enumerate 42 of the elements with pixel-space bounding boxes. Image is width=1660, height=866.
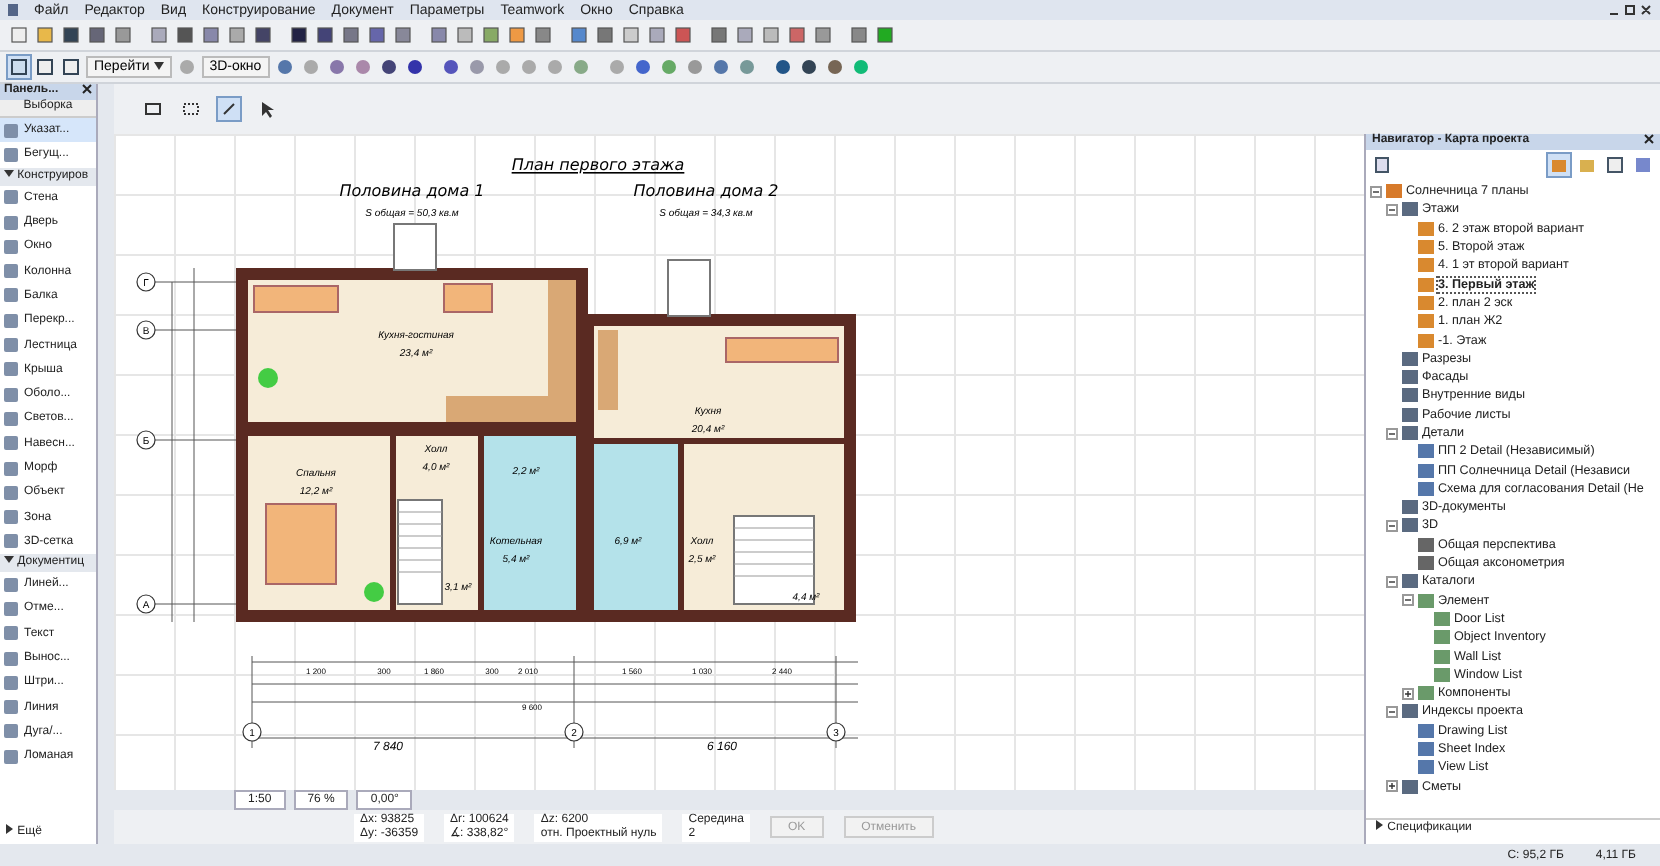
triangle-icon <box>4 167 14 178</box>
tool-icon[interactable] <box>60 56 82 78</box>
tool-icon[interactable] <box>1372 153 1394 175</box>
tool-icon[interactable] <box>180 98 202 120</box>
tool-icon[interactable] <box>142 98 164 120</box>
expand-toggle[interactable] <box>1370 185 1382 198</box>
tool-icon[interactable] <box>1604 153 1626 175</box>
tool-icon[interactable] <box>60 24 82 46</box>
expand-toggle[interactable] <box>1386 575 1398 588</box>
expand-toggle[interactable] <box>1386 780 1398 793</box>
triangle-icon <box>4 554 14 565</box>
expand-toggle[interactable] <box>1386 203 1398 216</box>
tool-icon[interactable] <box>288 24 310 46</box>
triangle-icon <box>1374 820 1384 830</box>
close-icon[interactable] <box>1644 134 1654 144</box>
app-icon <box>8 4 18 16</box>
tool-icon[interactable] <box>218 98 240 120</box>
tool-icon[interactable] <box>314 24 336 46</box>
expand-toggle[interactable] <box>1386 519 1398 532</box>
window-controls-icon[interactable] <box>1608 3 1652 17</box>
expand-toggle[interactable] <box>1386 427 1398 439</box>
tool-icon[interactable] <box>8 56 30 78</box>
tool-icon[interactable] <box>403 56 426 78</box>
expand-toggle[interactable] <box>1402 687 1414 700</box>
tool-icon[interactable] <box>252 24 274 46</box>
close-icon[interactable] <box>82 84 92 94</box>
tool-icon[interactable] <box>771 56 794 78</box>
expand-toggle[interactable] <box>1402 594 1414 607</box>
tool-icon[interactable] <box>377 56 400 78</box>
drawing-canvas[interactable] <box>114 134 1364 790</box>
triangle-icon <box>4 824 14 834</box>
tool-icon[interactable] <box>174 24 196 46</box>
expand-toggle[interactable] <box>1386 705 1398 718</box>
tool-icon[interactable] <box>34 56 56 78</box>
half-title: Половина дома 2 <box>633 182 779 200</box>
tool-icon[interactable] <box>797 56 820 78</box>
half-title: Половина дома 1 <box>339 182 485 200</box>
tool-icon[interactable] <box>366 24 388 46</box>
plan-title: План первого этажа <box>511 156 685 174</box>
tool-icon[interactable] <box>86 24 108 46</box>
caret-icon <box>153 62 164 70</box>
pointer-icon[interactable] <box>256 98 278 120</box>
